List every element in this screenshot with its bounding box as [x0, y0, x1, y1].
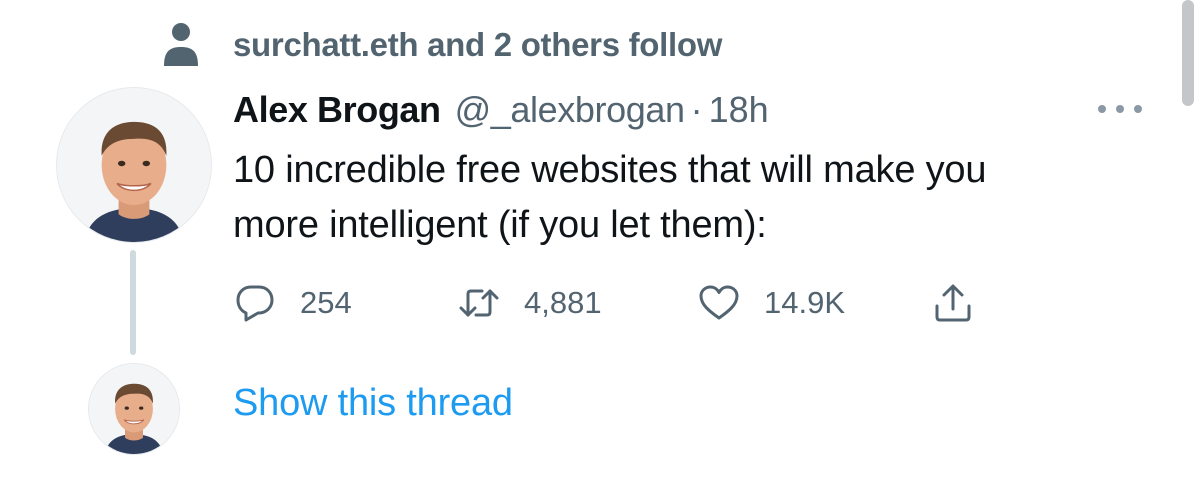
share-icon — [932, 282, 974, 324]
tweet-text[interactable]: 10 incredible free websites that will ma… — [233, 143, 1173, 253]
tweet-header: Alex Brogan @_alexbrogan · 18h — [233, 86, 769, 134]
social-context[interactable]: surchatt.eth and 2 others follow — [163, 22, 722, 68]
reply-count: 254 — [300, 285, 352, 320]
like-count: 14.9K — [764, 285, 846, 320]
retweet-count: 4,881 — [524, 285, 602, 320]
reply-button[interactable]: 254 — [234, 278, 352, 328]
person-icon — [163, 22, 199, 68]
tweet-text-line: more intelligent (if you let them): — [233, 204, 767, 246]
header-separator: · — [690, 89, 703, 130]
show-thread-link[interactable]: Show this thread — [233, 382, 513, 425]
more-dots-icon — [1098, 105, 1106, 113]
tweet-actions: 254 4,881 14.9K — [0, 278, 1200, 328]
scrollbar-thumb[interactable] — [1182, 0, 1194, 106]
more-options-button[interactable] — [1098, 97, 1142, 121]
tweet-text-line: 10 incredible free websites that will ma… — [233, 149, 987, 191]
retweet-button[interactable]: 4,881 — [458, 278, 602, 328]
thread-author-avatar[interactable] — [89, 364, 179, 454]
author-name[interactable]: Alex Brogan — [233, 89, 441, 131]
heart-icon — [698, 282, 740, 324]
tweet-timestamp[interactable]: 18h — [709, 89, 769, 131]
author-avatar[interactable] — [57, 88, 211, 242]
social-context-text: surchatt.eth and 2 others follow — [233, 26, 723, 63]
share-button[interactable] — [932, 278, 974, 328]
like-button[interactable]: 14.9K — [698, 278, 845, 328]
reply-icon — [234, 282, 276, 324]
retweet-icon — [458, 282, 500, 324]
author-handle[interactable]: @_alexbrogan — [455, 89, 685, 131]
